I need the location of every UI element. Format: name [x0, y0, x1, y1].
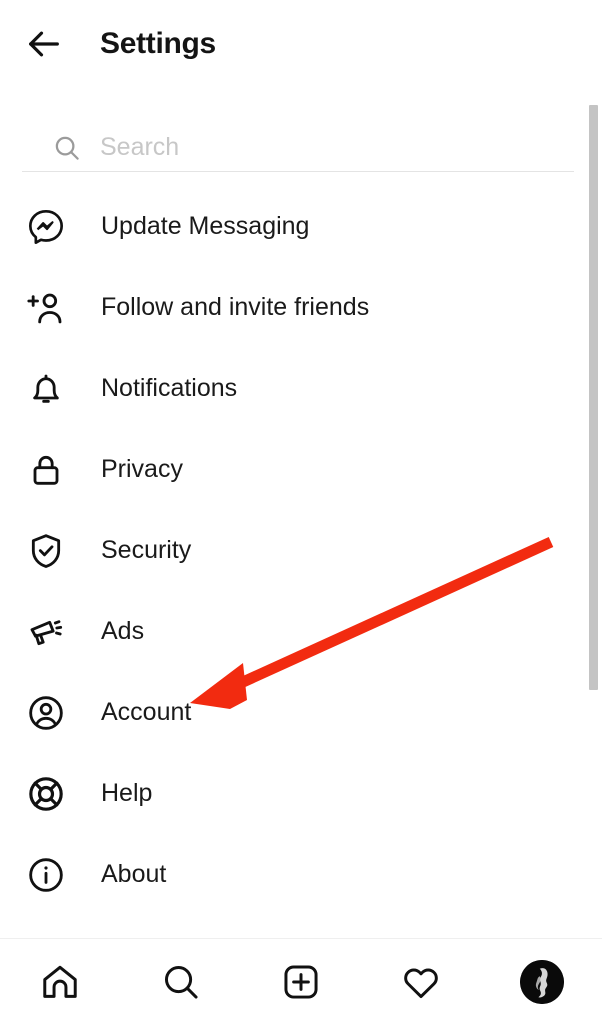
menu-item-label: Update Messaging — [101, 212, 310, 240]
menu-item-ads[interactable]: Ads — [0, 591, 602, 672]
nav-home-button[interactable] — [24, 951, 96, 1013]
menu-item-label: Follow and invite friends — [101, 293, 370, 321]
messenger-icon — [24, 205, 68, 249]
vertical-scrollbar[interactable] — [589, 100, 599, 700]
menu-item-label: Notifications — [101, 374, 238, 402]
bottom-navigation-bar — [0, 938, 602, 1024]
scrollbar-thumb[interactable] — [589, 105, 598, 690]
settings-screen: Settings Update Messaging — [0, 0, 602, 1024]
menu-item-follow-and-invite-friends[interactable]: Follow and invite friends — [0, 267, 602, 348]
search-icon — [50, 131, 84, 165]
info-circle-icon — [24, 853, 68, 897]
menu-item-help[interactable]: Help — [0, 753, 602, 834]
lock-icon — [24, 448, 68, 492]
search-icon — [164, 965, 198, 999]
nav-activity-button[interactable] — [385, 951, 457, 1013]
page-title: Settings — [100, 27, 216, 60]
menu-item-account[interactable]: Account — [0, 672, 602, 753]
bell-icon — [24, 367, 68, 411]
search-field[interactable] — [22, 124, 574, 172]
nav-create-button[interactable] — [265, 951, 337, 1013]
person-add-icon — [24, 286, 68, 330]
account-circle-icon — [24, 691, 68, 735]
menu-item-label: Ads — [101, 617, 145, 645]
menu-item-update-messaging[interactable]: Update Messaging — [0, 186, 602, 267]
menu-item-security[interactable]: Security — [0, 510, 602, 591]
menu-item-label: Privacy — [101, 455, 183, 483]
plus-square-icon — [284, 964, 318, 999]
lifebuoy-icon — [24, 772, 68, 816]
avatar[interactable] — [519, 959, 564, 1004]
nav-profile-button[interactable] — [506, 951, 578, 1013]
megaphone-icon — [24, 610, 68, 654]
heart-icon — [404, 968, 439, 998]
nav-search-button[interactable] — [145, 951, 217, 1013]
back-button[interactable] — [16, 16, 72, 72]
menu-item-label: Help — [101, 779, 153, 807]
shield-check-icon — [24, 529, 68, 573]
app-header: Settings — [0, 0, 602, 88]
menu-item-label: Account — [101, 698, 192, 726]
menu-item-privacy[interactable]: Privacy — [0, 429, 602, 510]
arrow-left-icon — [29, 31, 59, 57]
settings-menu-list: Update Messaging Follow and invite frien… — [0, 186, 602, 938]
menu-item-notifications[interactable]: Notifications — [0, 348, 602, 429]
search-input[interactable] — [100, 133, 574, 162]
menu-item-label: About — [101, 860, 167, 888]
menu-item-about[interactable]: About — [0, 834, 602, 915]
menu-item-label: Security — [101, 536, 192, 564]
home-icon — [43, 965, 77, 998]
avatar-icon — [519, 959, 564, 1004]
